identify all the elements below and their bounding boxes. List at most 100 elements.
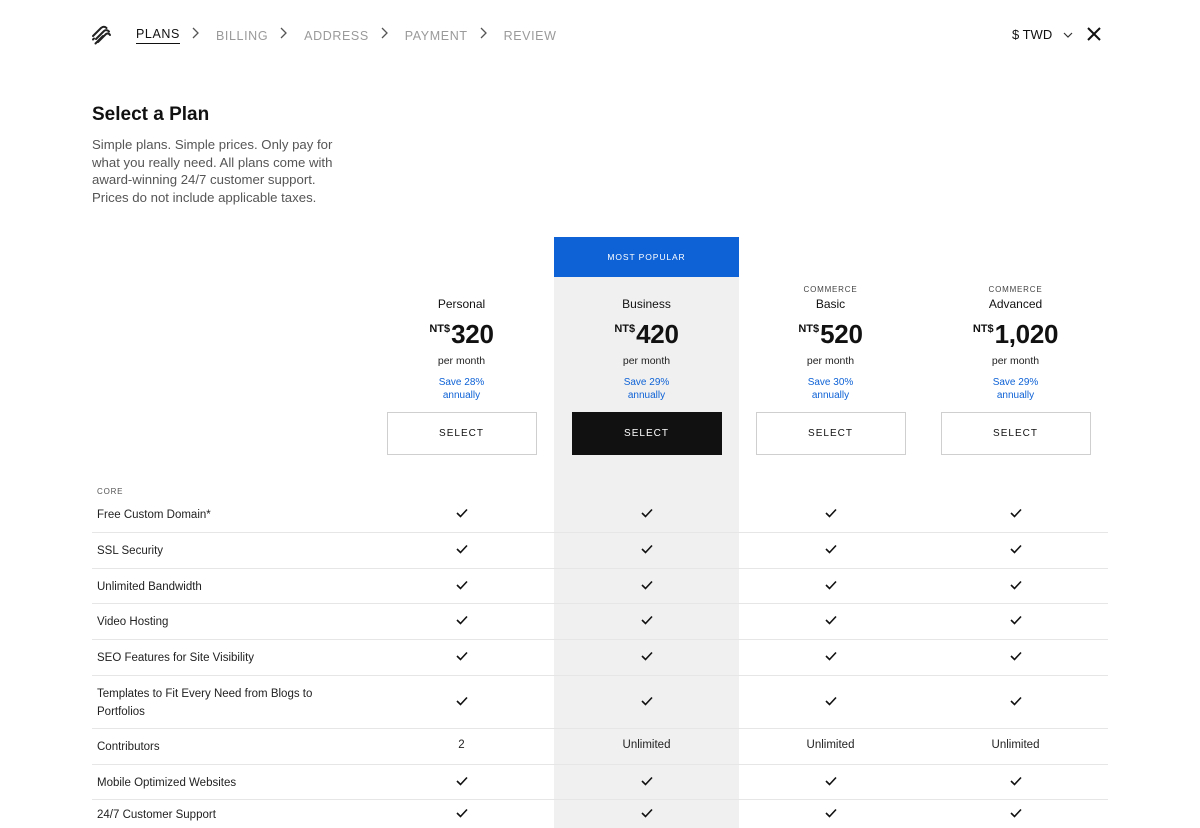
select-business-button[interactable]: SELECT [571, 412, 722, 455]
price-period: per month [991, 355, 1040, 367]
annual-savings: Save 30% annually [738, 376, 923, 402]
check-icon [554, 808, 739, 821]
check-icon [738, 651, 923, 664]
check-icon [640, 580, 653, 590]
feature-row: 24/7 Customer Support [92, 799, 1108, 828]
select-basic-button[interactable]: SELECT [755, 412, 906, 455]
squarespace-logo-icon[interactable] [90, 24, 112, 46]
check-icon [824, 696, 837, 706]
chevron-right-icon [280, 27, 288, 38]
price-period: per month [622, 355, 671, 367]
feature-value: Unlimited [806, 739, 855, 751]
check-icon [824, 544, 837, 554]
price-period: per month [806, 355, 855, 367]
price-currency: NT$ [972, 323, 994, 335]
price-currency: NT$ [614, 323, 636, 335]
feature-row: SEO Features for Site Visibility [92, 639, 1108, 676]
feature-label: Contributors [97, 741, 160, 753]
price-period: per month [437, 355, 486, 367]
plan-personal: Personal NT$ 320 per month Save 28% annu… [369, 285, 554, 455]
price-amount: 520 [820, 319, 863, 349]
page-title: Select a Plan [92, 104, 210, 125]
savings-line: annually [627, 390, 666, 401]
feature-row: Mobile Optimized Websites [92, 764, 1108, 800]
check-icon [640, 615, 653, 625]
select-advanced-button[interactable]: SELECT [940, 412, 1091, 455]
savings-line: annually [996, 390, 1035, 401]
price-currency: NT$ [798, 323, 820, 335]
feature-label: 24/7 Customer Support [97, 809, 216, 821]
step-plans[interactable]: PLANS [136, 27, 180, 44]
step-address[interactable]: ADDRESS [304, 29, 369, 43]
plan-business: Business NT$ 420 per month Save 29% annu… [554, 285, 739, 455]
check-icon [824, 580, 837, 590]
plan-eyebrow: COMMERCE [803, 285, 858, 294]
check-icon [455, 544, 468, 554]
check-icon [455, 580, 468, 590]
check-icon [738, 808, 923, 821]
check-icon [1009, 651, 1022, 661]
check-icon [455, 808, 468, 818]
check-icon [923, 544, 1108, 557]
step-review[interactable]: REVIEW [504, 29, 557, 43]
savings-line: Save 30% [807, 377, 854, 388]
savings-line: annually [442, 390, 481, 401]
feature-label: Unlimited Bandwidth [97, 581, 202, 593]
select-personal-button[interactable]: SELECT [386, 412, 537, 455]
plan-eyebrow: COMMERCE [988, 285, 1043, 294]
check-icon [738, 508, 923, 521]
check-icon [640, 544, 653, 554]
plan-commerce-basic: COMMERCE Basic NT$ 520 per month Save 30… [738, 285, 923, 455]
check-icon [923, 651, 1108, 664]
check-icon [923, 615, 1108, 628]
check-icon [455, 776, 468, 786]
plan-price: NT$ 520 [738, 321, 923, 347]
check-icon [369, 580, 554, 593]
feature-value: Unlimited [622, 739, 671, 751]
feature-value: 2 [458, 739, 465, 751]
price-amount: 320 [451, 319, 494, 349]
check-icon [455, 696, 468, 706]
chevron-down-icon [1063, 32, 1073, 38]
check-icon [369, 696, 554, 709]
close-icon[interactable] [1086, 26, 1102, 42]
currency-selector[interactable]: $ TWD [1012, 27, 1074, 42]
step-payment[interactable]: PAYMENT [405, 29, 468, 43]
check-icon [824, 808, 837, 818]
check-icon [738, 696, 923, 709]
feature-row: Unlimited Bandwidth [92, 568, 1108, 604]
annual-savings: Save 29% annually [923, 376, 1108, 402]
check-icon [554, 580, 739, 593]
feature-row: Video Hosting [92, 603, 1108, 640]
plan-price: NT$ 420 [554, 321, 739, 347]
check-icon [923, 580, 1108, 593]
plan-eyebrow [554, 285, 739, 295]
savings-line: Save 28% [438, 377, 485, 388]
step-billing[interactable]: BILLING [216, 29, 268, 43]
feature-label: Video Hosting [97, 616, 169, 628]
plan-eyebrow [369, 285, 554, 295]
check-icon [640, 808, 653, 818]
chevron-right-icon [381, 27, 388, 38]
check-icon [923, 776, 1108, 789]
check-icon [1009, 776, 1022, 786]
check-icon [369, 776, 554, 789]
check-icon [923, 808, 1108, 821]
check-icon [640, 508, 653, 518]
plan-name: Business [622, 297, 671, 311]
check-icon [455, 615, 468, 625]
plan-price: NT$ 1,020 [923, 321, 1108, 347]
check-icon [738, 580, 923, 593]
chevron-right-icon [192, 27, 199, 38]
feature-row: Free Custom Domain* [92, 496, 1108, 533]
check-icon [369, 544, 554, 557]
check-icon [738, 544, 923, 557]
plan-name: Advanced [988, 297, 1043, 311]
check-icon [640, 776, 653, 786]
check-icon [640, 651, 653, 661]
checkout-steps: PLANS BILLING ADDRESS PAYMENT REVIEW [136, 27, 556, 44]
feature-label: Mobile Optimized Websites [97, 777, 237, 789]
feature-row: SSL Security [92, 532, 1108, 569]
check-icon [554, 615, 739, 628]
savings-line: annually [811, 390, 850, 401]
